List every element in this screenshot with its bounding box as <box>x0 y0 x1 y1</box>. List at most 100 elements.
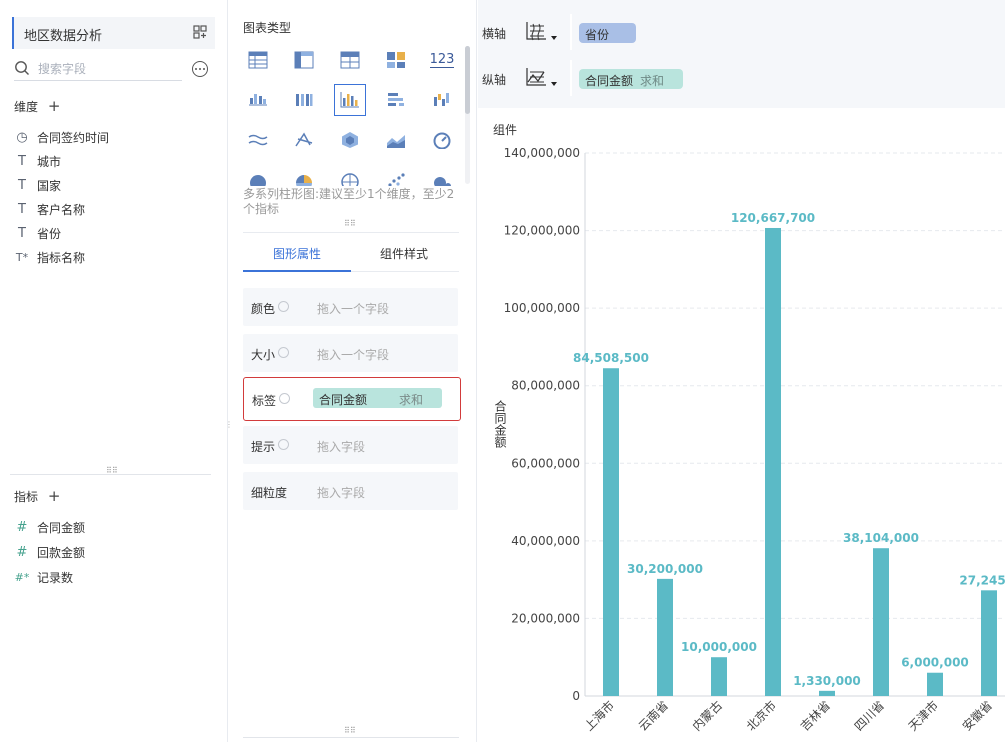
text-type-icon: T <box>18 177 26 193</box>
section-divider <box>10 474 211 475</box>
y-axis-settings-icon[interactable] <box>524 66 548 90</box>
text-type-icon: T <box>18 153 26 169</box>
x-tick-label: 北京市 <box>743 698 779 734</box>
chart-area: 横轴 省份 纵轴 合同金额 求和 组件 0 20,000,000 40,000,… <box>478 0 1005 742</box>
y-axis-dropdown-icon[interactable] <box>551 82 557 86</box>
y-axis-field-pill[interactable]: 合同金额 求和 <box>579 69 683 89</box>
y-tick-label: 140,000,000 <box>504 146 580 160</box>
dimension-item[interactable]: ◷ 合同签约时间 <box>14 126 214 148</box>
field-label: 国家 <box>37 178 62 193</box>
rose-chart-icon[interactable] <box>288 164 320 186</box>
data-label: 6,000,000 <box>901 656 969 670</box>
waterfall-chart-icon[interactable] <box>426 84 458 116</box>
dimension-item[interactable]: T 省份 <box>14 222 214 244</box>
x-tick-label: 内蒙古 <box>689 698 725 734</box>
field-panel: 地区数据分析 维度 + ◷合同签约时间T城市T国家T客户名称T省份T*指标名称 … <box>0 0 228 742</box>
measure-item[interactable]: #* 记录数 <box>14 566 214 588</box>
x-axis-settings-icon[interactable] <box>524 20 548 44</box>
label-field-name: 合同金额 <box>319 393 368 407</box>
x-tick-label: 云南省 <box>635 698 671 734</box>
data-label: 38,104,000 <box>843 531 919 545</box>
radar-chart-icon[interactable] <box>334 124 366 156</box>
gauge-chart-icon[interactable] <box>426 124 458 156</box>
grouped-bar-icon[interactable] <box>242 84 274 116</box>
data-label: 10,000,000 <box>681 640 757 654</box>
scatter-chart-icon[interactable] <box>380 164 412 186</box>
bubble-chart-icon[interactable] <box>426 164 458 186</box>
add-dimension-icon[interactable]: + <box>48 97 61 115</box>
map-chart-icon[interactable] <box>334 164 366 186</box>
measures-label: 指标 <box>14 490 39 504</box>
field-label: 记录数 <box>37 570 74 585</box>
label-property[interactable]: 标签 合同金额 求和 <box>243 377 461 421</box>
detail-table-icon[interactable] <box>334 44 366 76</box>
tab-graph-properties[interactable]: 图形属性 <box>273 245 321 262</box>
radar-line-icon[interactable] <box>288 124 320 156</box>
dimension-item[interactable]: T 城市 <box>14 150 214 172</box>
number-card-icon[interactable]: 123 <box>426 44 458 76</box>
dimension-item[interactable]: T 客户名称 <box>14 198 214 220</box>
bottom-divider <box>243 737 459 738</box>
settings-icon[interactable] <box>279 393 290 404</box>
tooltip-label: 提示 <box>251 440 276 454</box>
y-tick-label: 20,000,000 <box>511 611 580 625</box>
measure-item[interactable]: # 合同金额 <box>14 516 214 538</box>
search-icon <box>15 61 29 75</box>
chart-component[interactable]: 组件 0 20,000,000 40,000,000 60,000,000 80,000… <box>478 108 1005 742</box>
y-axis-field: 合同金额 <box>585 74 634 88</box>
label-field-pill[interactable]: 合同金额 求和 <box>313 388 442 408</box>
data-label: 120,667,700 <box>731 211 815 225</box>
label-field-agg: 求和 <box>399 393 424 407</box>
y-axis-title: 合同金额 <box>493 399 507 449</box>
color-property[interactable]: 颜色 拖入一个字段 <box>243 288 458 326</box>
measure-item[interactable]: # 回款金额 <box>14 541 214 563</box>
x-axis-field-pill[interactable]: 省份 <box>579 23 636 43</box>
horizontal-bar-icon[interactable] <box>380 84 412 116</box>
number-type-icon: # <box>16 519 28 535</box>
dataset-switch-icon[interactable] <box>193 25 207 39</box>
field-label: 城市 <box>37 154 62 169</box>
tooltip-property[interactable]: 提示 拖入字段 <box>243 426 458 464</box>
chart-type-resize-handle[interactable]: ⠿⠿ <box>344 219 356 228</box>
size-dropzone: 拖入一个字段 <box>317 348 390 362</box>
multi-series-bar-icon[interactable] <box>334 84 366 116</box>
cross-table-icon[interactable] <box>288 44 320 76</box>
x-tick-label: 上海市 <box>581 698 617 734</box>
field-search <box>14 57 182 81</box>
dimension-item[interactable]: T 国家 <box>14 174 214 196</box>
y-tick-label: 80,000,000 <box>511 379 580 393</box>
bar-chart: 0 20,000,000 40,000,000 60,000,000 80,000,00… <box>493 146 1005 734</box>
x-tick-label: 四川省 <box>852 698 887 733</box>
table-chart-icon[interactable] <box>242 44 274 76</box>
x-tick-label: 天津市 <box>905 698 941 734</box>
more-options-icon[interactable] <box>192 61 208 77</box>
granularity-property[interactable]: 细粒度 拖入字段 <box>243 472 458 510</box>
kpi-card-icon[interactable] <box>380 44 412 76</box>
data-label: 84,508,500 <box>573 351 649 365</box>
number-type-icon: # <box>16 544 28 560</box>
tab-component-style[interactable]: 组件样式 <box>380 245 428 262</box>
text-type-icon: T <box>18 201 26 217</box>
add-measure-icon[interactable]: + <box>48 487 61 505</box>
settings-icon[interactable] <box>278 301 289 312</box>
line-chart-icon[interactable] <box>242 124 274 156</box>
dataset-selector[interactable]: 地区数据分析 <box>12 17 215 49</box>
chart-type-scrollbar[interactable] <box>465 46 470 184</box>
x-axis-dropdown-icon[interactable] <box>551 36 557 40</box>
settings-icon[interactable] <box>278 439 289 450</box>
search-input[interactable] <box>38 59 178 79</box>
x-axis-field: 省份 <box>585 28 610 42</box>
granularity-dropzone: 拖入字段 <box>317 486 366 500</box>
dimension-item[interactable]: T* 指标名称 <box>14 246 214 268</box>
size-property[interactable]: 大小 拖入一个字段 <box>243 334 458 372</box>
area-chart-icon[interactable] <box>380 124 412 156</box>
stacked-bar-icon[interactable] <box>288 84 320 116</box>
y-axis-agg: 求和 <box>640 74 665 88</box>
field-label: 指标名称 <box>37 250 86 265</box>
settings-icon[interactable] <box>278 347 289 358</box>
pie-chart-icon[interactable] <box>242 164 274 186</box>
data-label: 27,245,0 <box>959 573 1005 587</box>
y-tick-label: 60,000,000 <box>511 456 580 470</box>
bottom-resize-handle[interactable]: ⠿⠿ <box>344 726 356 735</box>
color-dropzone: 拖入一个字段 <box>317 302 390 316</box>
